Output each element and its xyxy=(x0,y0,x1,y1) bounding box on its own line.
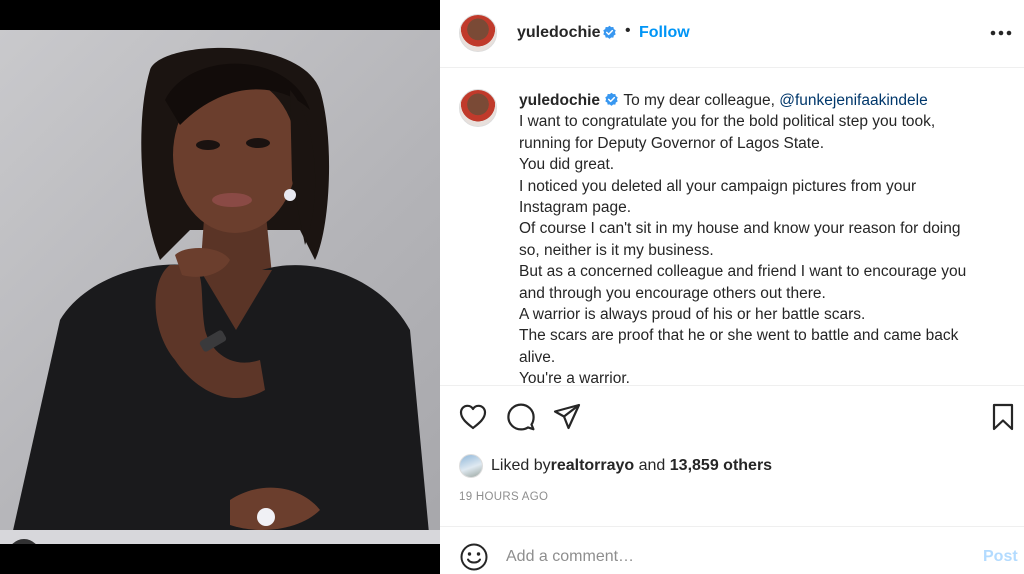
share-icon[interactable] xyxy=(552,402,582,432)
caption-line: running for Deputy Governor of Lagos Sta… xyxy=(519,134,825,152)
follow-button[interactable]: Follow xyxy=(639,24,690,42)
caption-intro: To my dear colleague, xyxy=(623,92,780,109)
caption-line: alive. xyxy=(519,348,556,366)
comment-input[interactable] xyxy=(506,545,956,569)
liker-username[interactable]: realtorrayo xyxy=(551,457,635,475)
portrait-illustration xyxy=(0,47,440,544)
post-photo-panel xyxy=(0,0,440,574)
likes-middle: and xyxy=(634,457,670,474)
post-header: yuledochie • Follow xyxy=(440,0,1024,68)
verified-badge-icon xyxy=(603,25,616,39)
emoji-icon[interactable] xyxy=(459,542,489,572)
post-viewer: yuledochie • Follow yuledochie To my dea… xyxy=(0,0,1024,574)
bookmark-icon[interactable] xyxy=(988,402,1018,432)
likes-summary: Liked by realtorrayo and 13,859 others xyxy=(459,452,772,480)
caption-line: You did great. xyxy=(519,156,615,174)
header-separator: • xyxy=(625,22,631,39)
post-timestamp[interactable]: 19 HOURS AGO xyxy=(459,491,548,503)
caption-line: I want to congratulate you for the bold … xyxy=(519,113,936,131)
author-username[interactable]: yuledochie xyxy=(517,24,601,42)
caption-first-line: yuledochie To my dear colleague, @funkej… xyxy=(519,90,1009,111)
caption-line: A warrior is always proud of his or her … xyxy=(519,306,866,324)
caption-line: You're a warrior. xyxy=(519,370,630,386)
caption-line: But as a concerned colleague and friend … xyxy=(519,263,967,281)
post-photo[interactable] xyxy=(0,30,440,544)
verified-badge-icon xyxy=(605,92,618,106)
caption-username[interactable]: yuledochie xyxy=(519,92,600,109)
caption-mention-link[interactable]: @funkejenifaakindele xyxy=(779,92,927,109)
likes-prefix: Liked by xyxy=(491,457,551,474)
post-action-bar xyxy=(440,397,1024,437)
post-details-panel: yuledochie • Follow yuledochie To my dea… xyxy=(440,0,1024,574)
comment-icon[interactable] xyxy=(506,402,536,432)
comment-bar: Post xyxy=(440,526,1024,574)
caption-line: I noticed you deleted all your campaign … xyxy=(519,177,917,195)
caption-author-avatar[interactable] xyxy=(459,89,497,127)
caption-text: yuledochie To my dear colleague, @funkej… xyxy=(519,90,1009,386)
likes-count[interactable]: 13,859 others xyxy=(670,457,772,475)
liker-avatar[interactable] xyxy=(459,454,483,478)
heart-icon[interactable] xyxy=(458,402,488,432)
caption-line: Of course I can't sit in my house and kn… xyxy=(519,220,961,238)
post-caption-area: yuledochie To my dear colleague, @funkej… xyxy=(440,69,1024,386)
caption-line: Instagram page. xyxy=(519,199,632,217)
post-comment-button[interactable]: Post xyxy=(983,548,1018,566)
caption-line: so, neither is it my business. xyxy=(519,241,714,259)
more-options-icon[interactable] xyxy=(988,23,1014,43)
author-avatar[interactable] xyxy=(459,14,497,52)
caption-line: and through you encourage others out the… xyxy=(519,284,826,302)
caption-line: The scars are proof that he or she went … xyxy=(519,327,959,345)
